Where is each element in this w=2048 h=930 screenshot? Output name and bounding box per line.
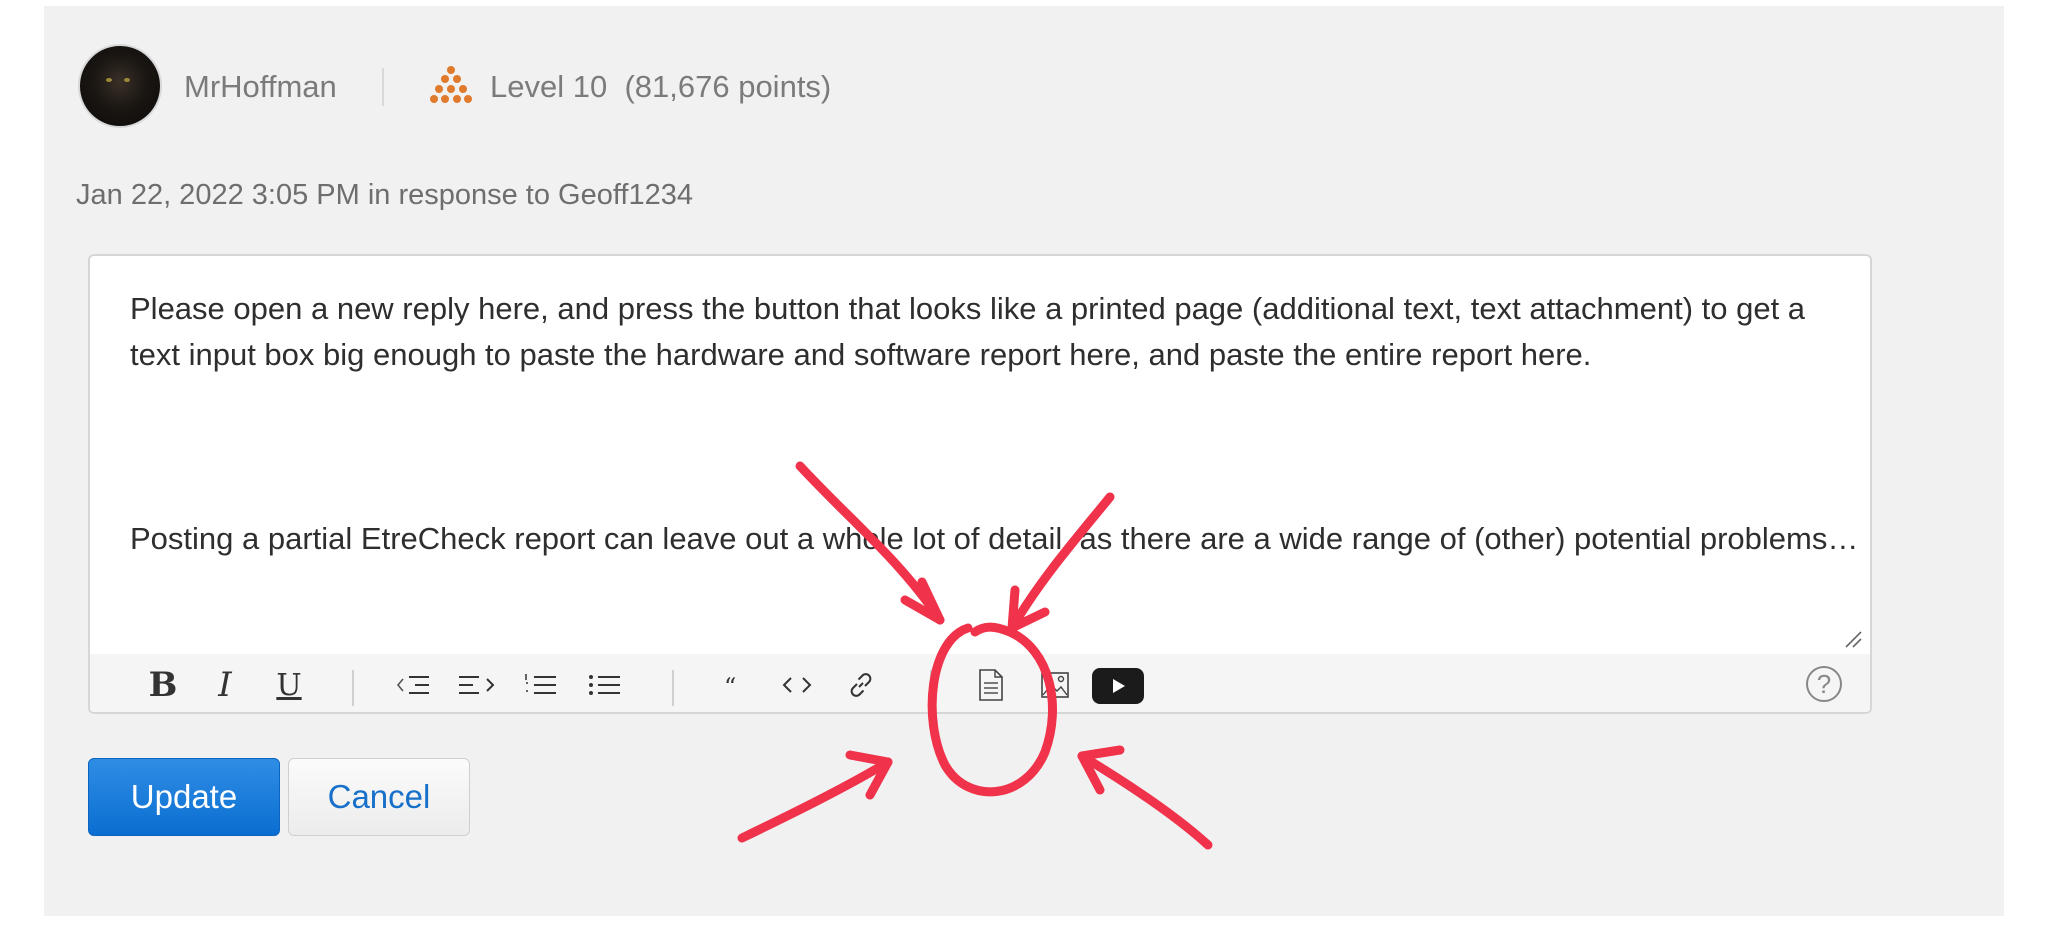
numbered-list-icon bbox=[525, 674, 556, 694]
link-icon bbox=[850, 673, 872, 697]
toolbar-divider bbox=[930, 670, 932, 706]
level-icon bbox=[430, 66, 472, 103]
link-button[interactable] bbox=[840, 664, 882, 706]
editor-paragraph: Posting a partial EtreCheck report can l… bbox=[130, 521, 1859, 556]
user-level: Level 10 (81,676 points) bbox=[490, 64, 831, 110]
outdent-button[interactable] bbox=[392, 664, 434, 706]
editor-paragraph: Please open a new reply here, and press … bbox=[130, 291, 1806, 372]
avatar[interactable] bbox=[78, 44, 162, 128]
svg-text:“: “ bbox=[724, 673, 736, 697]
bold-button[interactable]: B bbox=[142, 664, 184, 706]
editor-content[interactable]: Please open a new reply here, and press … bbox=[130, 286, 1860, 562]
cancel-button[interactable]: Cancel bbox=[288, 758, 470, 836]
italic-button[interactable]: I bbox=[204, 664, 246, 706]
header-divider bbox=[382, 68, 384, 106]
text-attachment-button[interactable] bbox=[970, 664, 1012, 706]
avatar-eye bbox=[106, 78, 112, 82]
username-link[interactable]: MrHoffman bbox=[184, 64, 337, 110]
help-icon[interactable]: ? bbox=[1806, 666, 1842, 702]
reply-editor[interactable]: Please open a new reply here, and press … bbox=[88, 254, 1872, 714]
outdent-icon bbox=[396, 676, 429, 694]
quote-button[interactable]: “ bbox=[712, 664, 754, 706]
document-icon bbox=[979, 669, 1003, 701]
editor-blank-lines bbox=[130, 378, 1860, 516]
image-icon bbox=[1041, 672, 1069, 698]
video-icon bbox=[1113, 679, 1125, 693]
toolbar-divider bbox=[672, 670, 674, 706]
editor-toolbar: B I U “ ? bbox=[90, 654, 1870, 712]
level-label: Level 10 bbox=[490, 69, 608, 104]
indent-icon bbox=[459, 676, 495, 694]
quote-icon: “ bbox=[724, 673, 736, 697]
bulleted-list-button[interactable] bbox=[584, 664, 626, 706]
underline-button[interactable]: U bbox=[268, 664, 310, 706]
update-button[interactable]: Update bbox=[88, 758, 280, 836]
resize-handle-icon[interactable] bbox=[1842, 628, 1862, 648]
indent-button[interactable] bbox=[456, 664, 498, 706]
bulleted-list-icon bbox=[589, 675, 620, 695]
code-button[interactable] bbox=[776, 664, 818, 706]
avatar-eye bbox=[124, 78, 130, 82]
toolbar-divider bbox=[352, 670, 354, 706]
numbered-list-button[interactable] bbox=[520, 664, 562, 706]
points-label: (81,676 points) bbox=[624, 69, 832, 104]
code-icon bbox=[782, 677, 812, 693]
video-button[interactable] bbox=[1092, 668, 1144, 704]
post-meta: Jan 22, 2022 3:05 PM in response to Geof… bbox=[76, 179, 693, 211]
image-button[interactable] bbox=[1034, 664, 1076, 706]
